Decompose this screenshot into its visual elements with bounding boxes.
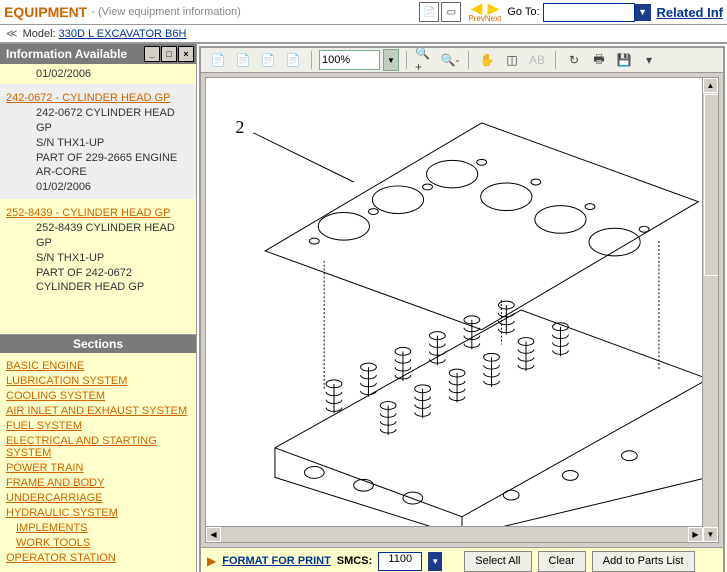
scroll-left-icon[interactable]: ◀	[206, 527, 221, 542]
section-link[interactable]: FRAME AND BODY	[6, 477, 190, 489]
text-select-icon[interactable]: AB	[526, 49, 548, 71]
callout-2: 2	[236, 117, 245, 137]
info-available-title: Information Available	[6, 47, 127, 61]
more-icon[interactable]: ▾	[638, 49, 660, 71]
horizontal-scrollbar[interactable]: ◀ ▶	[206, 526, 703, 542]
select-icon[interactable]: ◫	[501, 49, 523, 71]
next-button[interactable]: ▶Next	[485, 1, 501, 23]
back-caret-icon[interactable]: ≪	[6, 28, 18, 40]
close-icon[interactable]: ×	[178, 46, 194, 62]
part-header-link[interactable]: 242-0672 - CYLINDER HEAD GP	[6, 92, 190, 104]
section-link[interactable]: UNDERCARRIAGE	[6, 492, 190, 504]
prev-label: Prev	[468, 15, 484, 23]
goto-dropdown-button[interactable]: ▼	[635, 4, 651, 21]
doc-icon[interactable]: 📄	[419, 2, 439, 22]
zoom-value[interactable]: 100%	[319, 50, 380, 70]
minimize-icon[interactable]: _	[144, 46, 160, 62]
sections-header: Sections	[0, 335, 196, 353]
new-doc-icon[interactable]: 📄	[207, 49, 229, 71]
scroll-right-icon[interactable]: ▶	[688, 527, 703, 542]
info-date: 01/02/2006	[36, 68, 190, 80]
part-header-link[interactable]: 252-8439 - CYLINDER HEAD GP	[6, 207, 190, 219]
doc3-icon[interactable]: 📄	[257, 49, 279, 71]
diagram-viewer[interactable]: 2	[205, 77, 719, 543]
section-link[interactable]: BASIC ENGINE	[6, 360, 190, 372]
maximize-icon[interactable]: □	[161, 46, 177, 62]
save-icon[interactable]: 💾	[613, 49, 635, 71]
part-detail-line: 252-8439 CYLINDER HEAD GP	[36, 221, 190, 251]
section-link[interactable]: POWER TRAIN	[6, 462, 190, 474]
model-link[interactable]: 330D L EXCAVATOR B6H	[59, 28, 187, 40]
doc2-icon[interactable]: 📄	[232, 49, 254, 71]
zoom-in-icon[interactable]: 🔍+	[414, 49, 436, 71]
part-detail-line: 01/02/2006	[36, 180, 190, 195]
section-link[interactable]: OPERATOR STATION	[6, 552, 190, 564]
vertical-scrollbar[interactable]: ▲ ▼	[702, 78, 718, 542]
part-detail-line: 242-0672 CYLINDER HEAD GP	[36, 106, 190, 136]
next-label: Next	[485, 15, 501, 23]
scroll-thumb[interactable]	[704, 94, 719, 276]
hand-icon[interactable]: ✋	[476, 49, 498, 71]
part-detail-line: S/N THX1-UP	[36, 136, 190, 151]
smcs-value[interactable]: 1100	[378, 552, 422, 571]
format-arrow-icon: ▶	[207, 554, 216, 568]
smcs-label: SMCS:	[337, 555, 372, 567]
zoom-dropdown-icon[interactable]: ▼	[383, 49, 399, 71]
scroll-down-icon[interactable]: ▼	[703, 527, 718, 542]
print-icon[interactable]: 🖶	[588, 49, 610, 71]
goto-select[interactable]	[543, 3, 635, 22]
clear-button[interactable]: Clear	[538, 551, 586, 572]
part-detail-line: PART OF 229-2665 ENGINE AR-CORE	[36, 151, 190, 181]
section-link[interactable]: IMPLEMENTS	[16, 522, 190, 534]
format-for-print-link[interactable]: FORMAT FOR PRINT	[222, 555, 331, 567]
refresh-icon[interactable]: ↻	[563, 49, 585, 71]
part-detail-line: S/N THX1-UP	[36, 251, 190, 266]
scroll-up-icon[interactable]: ▲	[703, 78, 718, 93]
sections-list[interactable]: BASIC ENGINE LUBRICATION SYSTEM COOLING SY…	[0, 353, 196, 572]
section-link[interactable]: FUEL SYSTEM	[6, 420, 190, 432]
section-link[interactable]: WORK TOOLS	[16, 537, 190, 549]
viewer-toolbar: 📄 📄 📄 📄 100% ▼ 🔍+ 🔍- ✋ ◫ AB ↻ 🖶 💾 ▾	[201, 48, 723, 73]
add-to-parts-list-button[interactable]: Add to Parts List	[592, 551, 695, 572]
smcs-dropdown-icon[interactable]: ▼	[428, 552, 442, 571]
doc4-icon[interactable]: 📄	[282, 49, 304, 71]
model-label: Model:	[23, 28, 56, 40]
part-detail-line: PART OF 242-0672 CYLINDER HEAD GP	[36, 266, 190, 296]
footer-bar: ▶ FORMAT FOR PRINT SMCS: 1100 ▼ Select A…	[201, 547, 723, 572]
page-title: EQUIPMENT	[4, 4, 87, 20]
zoom-out-icon[interactable]: 🔍-	[439, 49, 461, 71]
related-info-link[interactable]: Related Inf	[657, 5, 723, 20]
goto-label: Go To:	[507, 6, 539, 18]
section-link[interactable]: COOLING SYSTEM	[6, 390, 190, 402]
info-list[interactable]: 01/02/2006 242-0672 - CYLINDER HEAD GP 242…	[0, 64, 196, 335]
section-link[interactable]: AIR INLET AND EXHAUST SYSTEM	[6, 405, 190, 417]
select-all-button[interactable]: Select All	[464, 551, 531, 572]
page-subtitle: - (View equipment information)	[91, 6, 241, 18]
section-link[interactable]: HYDRAULIC SYSTEM	[6, 507, 190, 519]
section-link[interactable]: ELECTRICAL AND STARTING SYSTEM	[6, 435, 190, 459]
page-icon[interactable]: ▭	[441, 2, 461, 22]
prev-button[interactable]: ◀Prev	[468, 1, 484, 23]
section-link[interactable]: LUBRICATION SYSTEM	[6, 375, 190, 387]
info-available-header: Information Available _ □ ×	[0, 44, 196, 64]
